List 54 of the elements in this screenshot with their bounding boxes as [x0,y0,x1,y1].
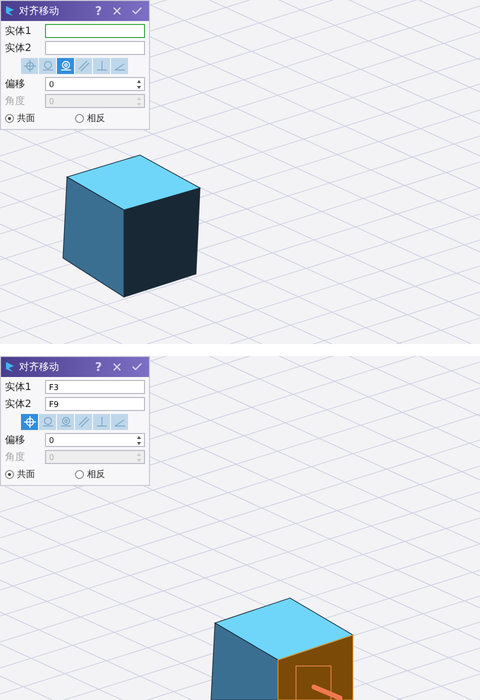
toolbar-button[interactable] [21,414,38,430]
circle-icon [42,60,54,72]
field-label: 实体2 [5,398,32,411]
spin-arrows-icon [137,96,141,106]
input-field[interactable] [45,24,145,38]
perpendicular-icon [96,60,108,72]
logo-icon [5,361,15,373]
toolbar-button[interactable] [39,414,56,430]
circle-icon [42,416,54,428]
toolbar-button[interactable] [93,58,110,74]
field-label: 实体1 [5,380,32,394]
help-button[interactable]: ? [92,4,105,18]
radio-option[interactable]: 共面 [5,112,75,125]
toolbar-button[interactable] [57,58,74,74]
dialog-title: 对齐移动 [19,4,60,18]
dialog-title: 对齐移动 [19,360,60,374]
toolbar-button[interactable] [21,58,38,74]
radio-label: 共面 [17,112,35,125]
perpendicular-icon [96,416,108,428]
target-icon [60,416,72,428]
field-label: 偏移 [5,78,26,91]
toolbar-button[interactable] [111,414,128,430]
input-field[interactable]: F9 [45,397,145,411]
field-label: 偏移 [5,434,26,447]
spin-box[interactable]: 0 [45,77,145,91]
parallel-lines-icon [78,60,90,72]
target-icon [60,60,72,72]
toolbar-button[interactable] [57,414,74,430]
radio-option[interactable]: 相反 [75,468,145,481]
logo-icon [5,5,15,17]
field-label: 角度 [5,450,26,464]
toolbar-button[interactable] [93,414,110,430]
radio-label: 相反 [87,112,105,125]
radio-label: 相反 [87,468,105,481]
field-label: 实体1 [5,24,32,38]
field-label: 角度 [5,94,26,108]
toolbar-button[interactable] [39,58,56,74]
radio-option[interactable]: 共面 [5,468,75,481]
input-field[interactable] [45,41,145,55]
spin-arrows-icon [137,80,141,88]
radio-label: 共面 [17,468,35,481]
toolbar-button[interactable] [75,414,92,430]
toolbar-button[interactable] [75,58,92,74]
help-button[interactable]: ? [92,360,105,374]
input-field[interactable]: F3 [45,380,145,394]
crosshair-icon [24,60,36,72]
radio-option[interactable]: 相反 [75,112,145,125]
spin-box[interactable]: 0 [45,433,145,447]
spin-arrows-icon [137,452,141,462]
toolbar-button[interactable] [111,58,128,74]
crosshair-icon [24,416,36,428]
field-label: 实体2 [5,42,32,55]
spin-arrows-icon [137,436,141,444]
parallel-lines-icon [78,416,90,428]
